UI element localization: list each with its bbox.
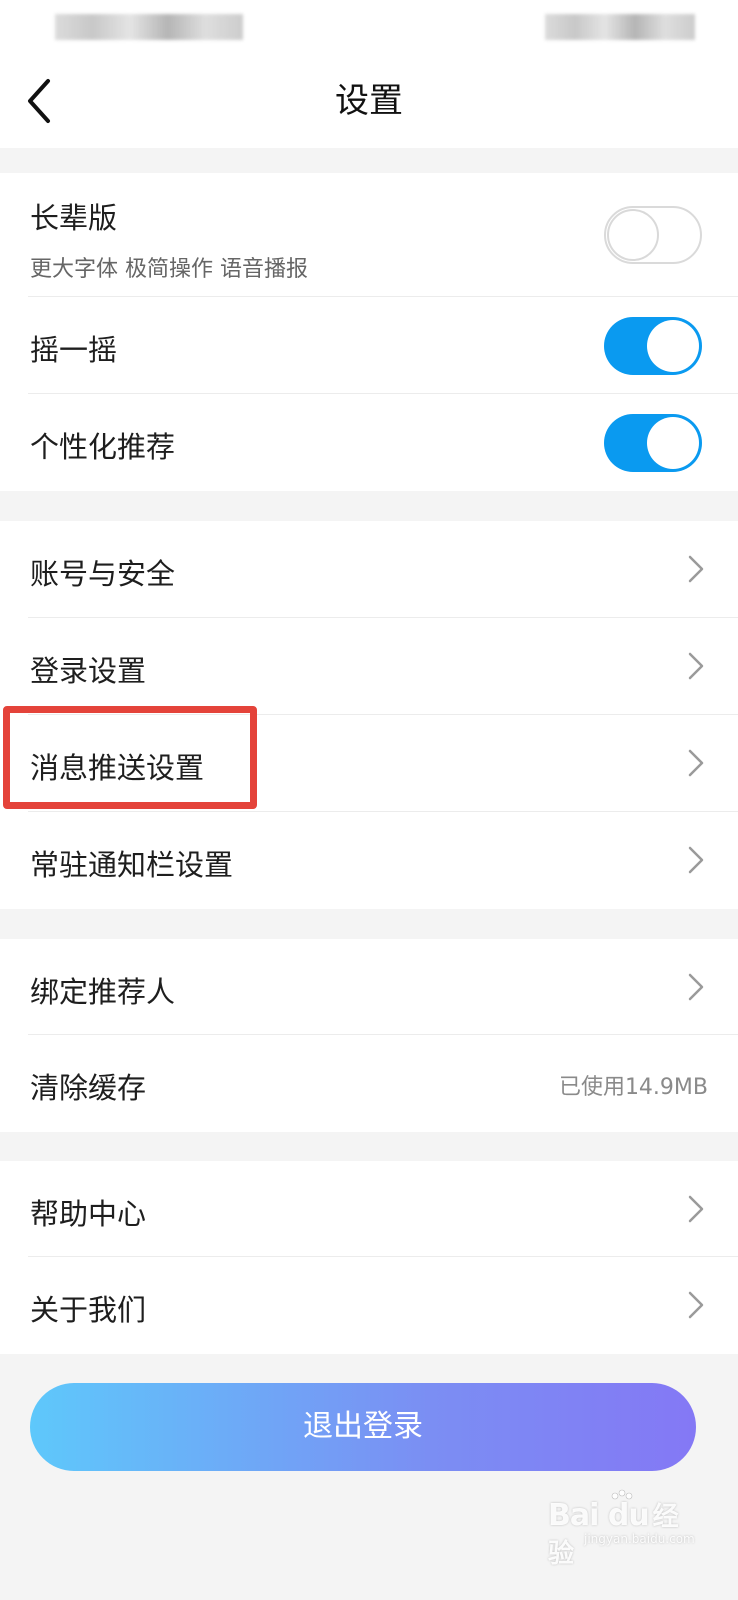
row-clear-cache[interactable]: 清除缓存 已使用14.9MB (0, 1035, 738, 1132)
help-center-label: 帮助中心 (30, 1197, 147, 1231)
toggle-settings-group: 长辈版 更大字体 极简操作 语音播报 摇一摇 个性化推荐 (0, 173, 738, 491)
elder-mode-toggle[interactable] (604, 206, 702, 264)
status-bar (0, 0, 738, 55)
baidu-jingyan-watermark: Bai du 经验 jingyan.baidu.com (548, 1488, 698, 1569)
row-account-security[interactable]: 账号与安全 (0, 521, 738, 618)
cache-size-value: 已使用14.9MB (558, 1075, 708, 1100)
elder-mode-subtitle: 更大字体 极简操作 语音播报 (30, 257, 308, 282)
toggle-knob (647, 320, 699, 372)
chevron-right-icon (688, 749, 704, 777)
chevron-right-icon (688, 652, 704, 680)
account-security-label: 账号与安全 (30, 557, 176, 591)
push-settings-label: 消息推送设置 (30, 751, 205, 785)
row-elder-mode: 长辈版 更大字体 极简操作 语音播报 (0, 173, 738, 297)
clear-cache-label: 清除缓存 (30, 1071, 147, 1105)
personalized-recommend-label: 个性化推荐 (30, 430, 176, 464)
nav-bar: 设置 (0, 55, 738, 148)
row-login-settings[interactable]: 登录设置 (0, 618, 738, 715)
watermark-url: jingyan.baidu.com (584, 1532, 695, 1546)
chevron-right-icon (688, 1195, 704, 1223)
page-title: 设置 (335, 81, 403, 121)
chevron-right-icon (688, 555, 704, 583)
logout-button[interactable]: 退出登录 (30, 1383, 696, 1471)
watermark-logo-text: Bai du 经验 (548, 1498, 679, 1569)
chevron-right-icon (688, 1291, 704, 1319)
paw-icon (611, 1489, 633, 1500)
row-notification-bar-settings[interactable]: 常驻通知栏设置 (0, 812, 738, 909)
notification-bar-settings-label: 常驻通知栏设置 (30, 848, 234, 882)
login-settings-label: 登录设置 (30, 654, 147, 688)
shake-label: 摇一摇 (30, 333, 118, 367)
status-bar-right-blurred (545, 14, 695, 40)
status-bar-left-blurred (55, 14, 243, 40)
chevron-right-icon (688, 973, 704, 1001)
settings-screen: 设置 长辈版 更大字体 极简操作 语音播报 摇一摇 个性化推荐 账号与安全 登录… (0, 0, 738, 1600)
row-bind-referrer[interactable]: 绑定推荐人 (0, 939, 738, 1035)
row-personalized-recommend: 个性化推荐 (0, 394, 738, 491)
toggle-knob (607, 209, 659, 261)
info-settings-group: 帮助中心 关于我们 (0, 1161, 738, 1354)
toggle-knob (647, 417, 699, 469)
row-help-center[interactable]: 帮助中心 (0, 1161, 738, 1257)
about-us-label: 关于我们 (30, 1293, 147, 1327)
misc-settings-group: 绑定推荐人 清除缓存 已使用14.9MB (0, 939, 738, 1132)
elder-mode-label: 长辈版 (30, 201, 118, 235)
shake-toggle[interactable] (604, 317, 702, 375)
chevron-right-icon (688, 846, 704, 874)
row-about-us[interactable]: 关于我们 (0, 1257, 738, 1354)
personalized-recommend-toggle[interactable] (604, 414, 702, 472)
row-push-settings[interactable]: 消息推送设置 (0, 715, 738, 812)
account-settings-group: 账号与安全 登录设置 消息推送设置 常驻通知栏设置 (0, 521, 738, 909)
bind-referrer-label: 绑定推荐人 (30, 975, 176, 1009)
row-shake: 摇一摇 (0, 297, 738, 394)
